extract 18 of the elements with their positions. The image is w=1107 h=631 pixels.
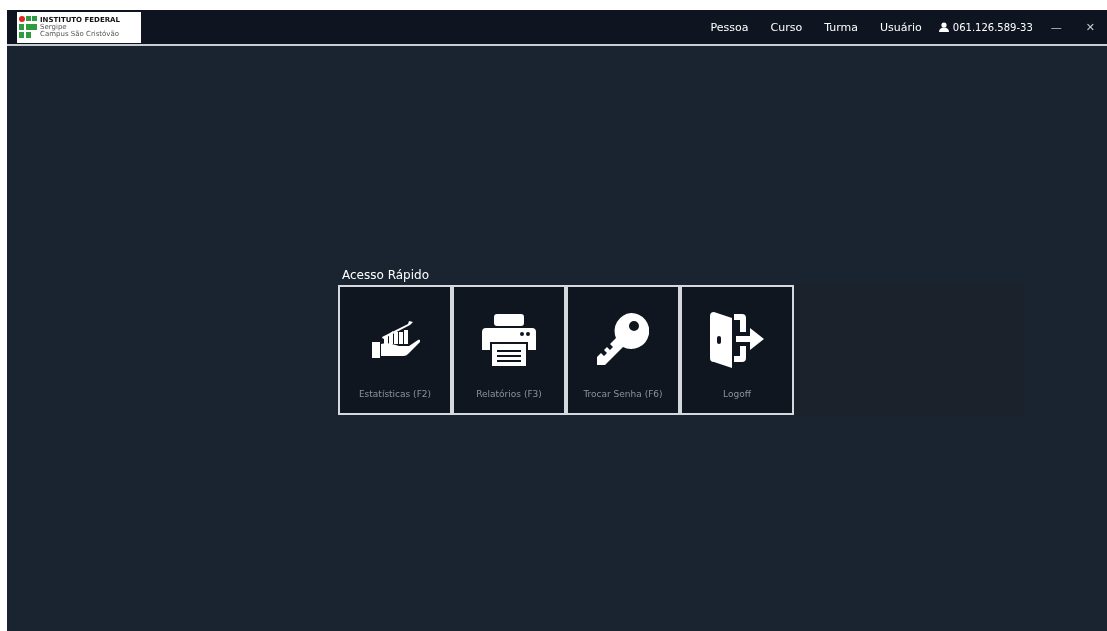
menu-item[interactable]: Usuário xyxy=(869,20,933,34)
minimize-button[interactable]: — xyxy=(1038,20,1074,34)
logo-grid-icon xyxy=(19,16,37,38)
user-icon xyxy=(938,22,949,32)
chart-hand-icon xyxy=(370,320,420,360)
quick-access-tile[interactable]: Estatísticas (F2) xyxy=(338,285,452,415)
exit-door-icon xyxy=(710,312,764,368)
close-button[interactable]: ✕ xyxy=(1073,20,1107,34)
key-icon xyxy=(597,313,649,367)
printer-icon xyxy=(482,314,536,366)
quick-access-tile[interactable]: Logoff xyxy=(680,285,794,415)
menu-item[interactable]: Curso xyxy=(759,20,814,34)
quick-access-tile[interactable]: Trocar Senha (F6) xyxy=(566,285,680,415)
quick-access-tile[interactable]: Relatórios (F3) xyxy=(452,285,566,415)
section-title: Acesso Rápido xyxy=(342,268,430,282)
menu-item[interactable]: Pessoa xyxy=(699,20,760,34)
menu-item[interactable]: Turma xyxy=(813,20,869,34)
user-id[interactable]: 061.126.589-33 xyxy=(952,21,1033,33)
